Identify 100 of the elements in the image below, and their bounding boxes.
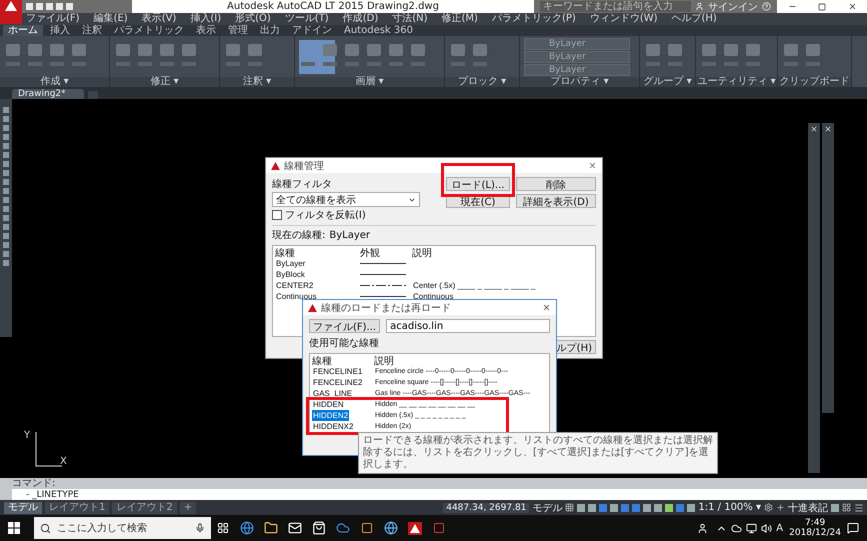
layout-tab[interactable]: レイアウト2 bbox=[112, 502, 177, 514]
cloud-icon[interactable] bbox=[731, 522, 742, 534]
table-cell: Continuous bbox=[275, 291, 318, 302]
dialog-button[interactable]: 詳細を表示(D) bbox=[516, 194, 596, 208]
taskbar-search-field[interactable]: ここに入力して検索 bbox=[34, 517, 211, 539]
ribbon-tab[interactable]: 注釈 bbox=[77, 25, 107, 36]
dialog-title: 線種管理 bbox=[284, 160, 325, 172]
user-icon[interactable] bbox=[695, 2, 704, 11]
table-cell: Center (.5x) ____ _ ____ _ ____ _ bbox=[412, 280, 536, 291]
list-item[interactable]: FENCELINE1 bbox=[312, 366, 364, 377]
ribbon-tab[interactable]: ホーム bbox=[3, 25, 43, 36]
model-space-button[interactable]: モデル bbox=[532, 500, 562, 514]
help-icon[interactable] bbox=[762, 2, 771, 11]
units-button[interactable]: 十進表記 bbox=[788, 500, 828, 514]
panel-title[interactable]: 注釈 ▾ bbox=[220, 77, 294, 87]
tooltip: ロードできる線種が表示されます。リストのすべての線種を選択または選択解除するには、リストを右クリックし、[すべて選択]または[すべてクリア]を選択します。 bbox=[358, 432, 718, 474]
network-icon[interactable] bbox=[746, 522, 758, 534]
checkbox-label: フィルタを反転(I) bbox=[285, 209, 366, 222]
filter-label: 線種フィルタ bbox=[272, 178, 333, 191]
panel-title[interactable]: 作成 ▾ bbox=[0, 77, 109, 87]
menu-item[interactable]: ウィンドウ(W) bbox=[590, 13, 658, 25]
menu-item[interactable]: 表示(V) bbox=[142, 13, 176, 25]
line-sample-icon bbox=[360, 273, 406, 276]
panel-title[interactable]: ユーティリティ ▾ bbox=[696, 77, 777, 87]
list-item[interactable]: GAS_LINE bbox=[312, 388, 354, 399]
dialog-button[interactable]: 削除 bbox=[516, 177, 596, 191]
windows-logo-icon[interactable] bbox=[8, 522, 20, 534]
menu-icon[interactable] bbox=[854, 502, 864, 512]
status-toggle-icon[interactable] bbox=[831, 504, 839, 512]
ribbon-tab[interactable]: 管理 bbox=[223, 25, 253, 36]
layout-tab[interactable]: モデル bbox=[4, 502, 42, 514]
file-name-field[interactable]: acadiso.lin bbox=[386, 319, 550, 333]
panel-title[interactable]: プロパティ ▾ bbox=[520, 77, 639, 87]
ribbon-tab[interactable]: パラメトリック bbox=[109, 25, 189, 36]
column-header[interactable]: 線種 bbox=[312, 354, 374, 368]
notification-icon[interactable] bbox=[847, 522, 859, 534]
current-linetype-value: ByLayer bbox=[329, 230, 370, 240]
column-header[interactable]: 説明 bbox=[374, 354, 549, 368]
panel-title[interactable]: 画層 ▾ bbox=[295, 77, 444, 87]
filter-dropdown[interactable]: 全ての線種を表示 bbox=[272, 192, 420, 207]
close-icon[interactable] bbox=[542, 303, 551, 312]
layout-tab[interactable]: レイアウト1 bbox=[45, 502, 110, 514]
volume-icon[interactable] bbox=[761, 522, 772, 534]
menu-item[interactable]: 作成(D) bbox=[342, 13, 378, 25]
command-input[interactable]: - _LINETYPE bbox=[12, 489, 867, 500]
list-item[interactable]: HIDDEN bbox=[312, 399, 345, 410]
invert-checkbox[interactable] bbox=[272, 210, 282, 220]
settings-icon[interactable] bbox=[764, 503, 773, 512]
panel-title[interactable]: ブロック ▾ bbox=[445, 77, 519, 87]
people-icon[interactable] bbox=[697, 522, 708, 534]
load-button[interactable]: ロード(L)... bbox=[446, 177, 510, 191]
line-sample-icon bbox=[360, 262, 406, 265]
menu-item[interactable]: ファイル(F) bbox=[26, 13, 80, 25]
menu-item[interactable]: ツール(T) bbox=[284, 13, 329, 25]
table-cell: ByBlock bbox=[275, 269, 306, 280]
menu-item[interactable]: 寸法(N) bbox=[392, 13, 428, 25]
list-label: 使用可能な線種 bbox=[309, 336, 380, 350]
menu-item[interactable]: 編集(E) bbox=[94, 13, 128, 25]
close-icon[interactable] bbox=[588, 161, 597, 170]
list-item[interactable]: HIDDEN2 bbox=[312, 410, 350, 421]
command-label: コマンド: bbox=[12, 478, 56, 489]
column-header[interactable]: 説明 bbox=[412, 246, 595, 260]
ribbon-tab[interactable]: 出力 bbox=[255, 25, 285, 36]
microphone-icon[interactable] bbox=[195, 523, 205, 533]
list-item[interactable]: FENCELINE2 bbox=[312, 377, 364, 388]
panel-title[interactable]: 修正 ▾ bbox=[110, 77, 219, 87]
input-mode-indicator[interactable]: A bbox=[776, 522, 784, 534]
ribbon-tab[interactable]: アドイン bbox=[287, 25, 337, 36]
panel-title[interactable]: グループ ▾ bbox=[640, 77, 695, 87]
line-sample-icon bbox=[360, 295, 406, 298]
annotation-scale[interactable]: 1:1 / 100% ▾ bbox=[698, 502, 761, 513]
current-linetype-label: 現在の線種: bbox=[272, 229, 326, 242]
close-icon[interactable] bbox=[848, 2, 856, 11]
panel-title[interactable]: クリップボード bbox=[778, 77, 851, 87]
ribbon-tab[interactable]: 挿入 bbox=[45, 25, 75, 36]
list-item[interactable]: HIDDENX2 bbox=[312, 421, 354, 432]
menu-item[interactable]: 形式(O) bbox=[235, 13, 271, 25]
file-tab[interactable]: Drawing2* bbox=[12, 89, 84, 99]
clock-time: 7:49 bbox=[804, 518, 826, 528]
table-cell: Continuous bbox=[412, 291, 454, 302]
sign-in-link[interactable]: サインイン bbox=[708, 0, 758, 14]
column-header[interactable]: 外観 bbox=[360, 246, 412, 260]
layout-icon[interactable] bbox=[842, 503, 851, 512]
maximize-icon[interactable] bbox=[818, 2, 826, 10]
ribbon-tab[interactable]: 表示 bbox=[191, 25, 221, 36]
search-field[interactable]: キーワードまたは語句を入力 bbox=[540, 1, 691, 12]
file-button[interactable]: ファイル(F)... bbox=[309, 319, 380, 333]
menu-item[interactable]: パラメトリック(P) bbox=[492, 13, 576, 25]
menu-item[interactable]: 修正(M) bbox=[442, 13, 478, 25]
clock-date: 2018/12/24 bbox=[789, 528, 841, 538]
table-cell: ByLayer bbox=[275, 258, 306, 269]
ribbon-tab[interactable]: Autodesk 360 bbox=[339, 25, 418, 36]
coordinates-readout: 4487.34, 2697.81 bbox=[443, 502, 530, 512]
column-header[interactable]: 線種 bbox=[275, 246, 360, 260]
menu-item[interactable]: 挿入(I) bbox=[190, 13, 222, 25]
layout-tab[interactable]: + bbox=[180, 502, 196, 514]
grid-icon[interactable] bbox=[565, 503, 574, 512]
plus-icon[interactable] bbox=[776, 503, 785, 512]
table-cell: CENTER2 bbox=[275, 280, 314, 291]
menu-item[interactable]: ヘルプ(H) bbox=[672, 13, 717, 25]
